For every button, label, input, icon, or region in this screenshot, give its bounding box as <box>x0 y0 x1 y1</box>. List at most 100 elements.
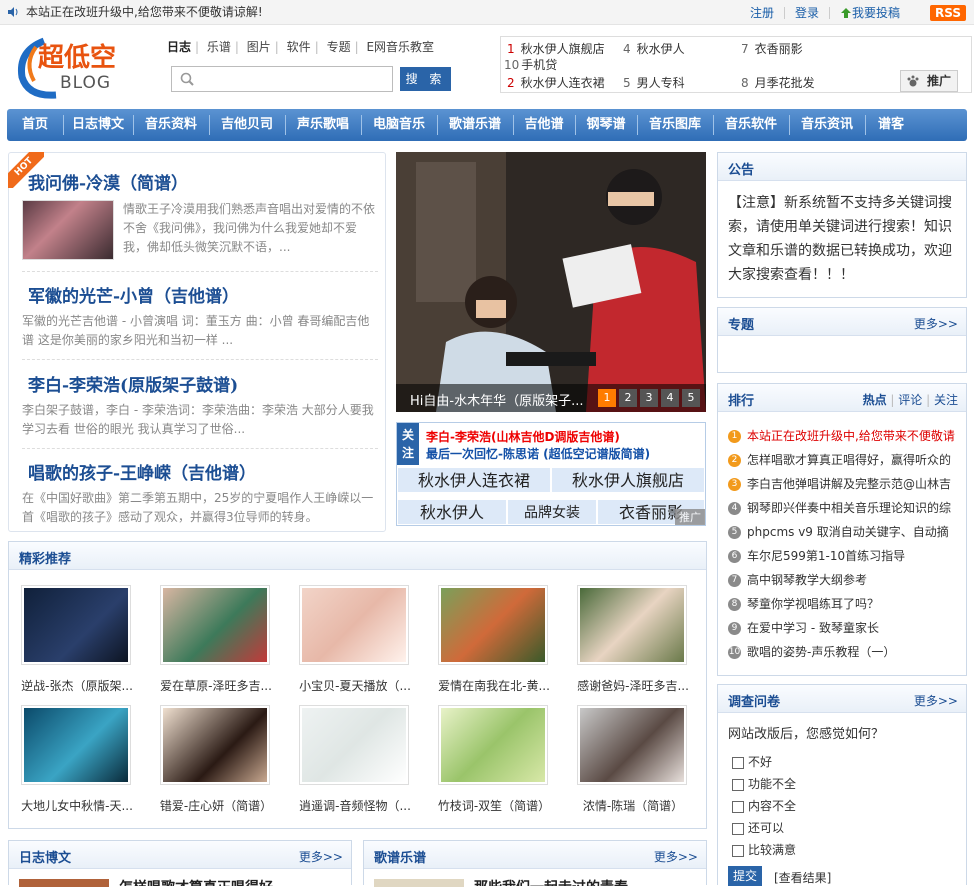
nav-guitar-tab[interactable]: 吉他谱 <box>513 109 575 141</box>
nav-computer-music[interactable]: 电脑音乐 <box>361 109 437 141</box>
ad-keyword[interactable]: 品牌女装 <box>507 499 597 525</box>
rank-tab-focus[interactable]: 关注 <box>934 393 958 407</box>
nav-scores[interactable]: 歌谱乐谱 <box>437 109 513 141</box>
rank-item[interactable]: 2 怎样唱歌才算真正唱得好，赢得听众的 <box>728 451 958 468</box>
survey-option[interactable]: 还可以 <box>732 819 784 836</box>
site-logo[interactable]: 超低空 BLOG <box>14 33 134 101</box>
rank-box: 排行 热点 | 评论 | 关注 1 本站正在改班升级中,给您带来不便敬请 2 怎样唱歌… <box>717 383 967 676</box>
search-icon <box>180 72 194 86</box>
topic-more-link[interactable]: 更多>> <box>914 315 958 332</box>
submit-article-link[interactable]: 我要投稿 <box>852 4 900 21</box>
rank-tab-hot[interactable]: 热点 <box>863 393 887 407</box>
featured-title[interactable]: 我问佛-冷漠（简谱） <box>28 169 188 194</box>
featured-title[interactable]: 唱歌的孩子-王峥嵘（吉他谱） <box>28 459 256 484</box>
recommend-thumb[interactable] <box>299 705 409 785</box>
ad-keyword[interactable]: 秋水伊人旗舰店 <box>551 467 705 493</box>
hot-keyword[interactable]: 2 秋水伊人连衣裙 <box>507 74 605 91</box>
slideshow-caption-text[interactable]: Hi自由-水木年华（原版架子... <box>410 390 583 409</box>
rank-item[interactable]: 9 在爱中学习 - 致琴童家长 <box>728 619 958 636</box>
survey-option[interactable]: 不好 <box>732 753 772 770</box>
category-software[interactable]: 软件 <box>287 40 311 54</box>
featured-thumb[interactable] <box>22 200 114 260</box>
nav-news[interactable]: 音乐资讯 <box>789 109 865 141</box>
survey-result-link[interactable]: [查看结果] <box>774 869 831 886</box>
recommend-thumb[interactable] <box>160 705 270 785</box>
slide-dot[interactable]: 1 <box>598 389 616 407</box>
nav-vocal[interactable]: 声乐歌唱 <box>285 109 361 141</box>
nav-piano-score[interactable]: 钢琴谱 <box>575 109 637 141</box>
login-link[interactable]: 登录 <box>795 4 819 21</box>
recommend-caption[interactable]: 逆战-张杰（原版架... <box>15 677 139 694</box>
rss-button[interactable]: RSS <box>930 4 966 21</box>
recommend-caption[interactable]: 竹枝词-双笙（简谱） <box>432 797 556 814</box>
rank-item[interactable]: 1 本站正在改班升级中,给您带来不便敬请 <box>728 427 958 444</box>
score-thumb[interactable] <box>374 879 464 887</box>
recommend-thumb[interactable] <box>438 705 548 785</box>
category-diary[interactable]: 日志 <box>167 40 191 54</box>
recommend-caption[interactable]: 浓情-陈瑞（简谱） <box>571 797 695 814</box>
slide-dot[interactable]: 2 <box>619 389 637 407</box>
blog-more-link[interactable]: 更多>> <box>299 848 343 865</box>
slide-dot[interactable]: 5 <box>682 389 700 407</box>
hot-keyword[interactable]: 1 秋水伊人旗舰店 <box>507 40 605 57</box>
recommend-thumb[interactable] <box>21 585 131 665</box>
promote-button[interactable]: 推广 <box>900 70 958 92</box>
recommend-caption[interactable]: 逍遥调-音频怪物（... <box>293 797 417 814</box>
rank-item[interactable]: 6 车尔尼599第1-10首练习指导 <box>728 547 958 564</box>
hot-keyword[interactable]: 8 月季花批发 <box>741 74 815 91</box>
ad-keyword[interactable]: 秋水伊人 <box>397 499 507 525</box>
category-eclass[interactable]: E网音乐教室 <box>366 40 434 54</box>
category-score[interactable]: 乐谱 <box>207 40 231 54</box>
score-more-link[interactable]: 更多>> <box>654 848 698 865</box>
recommend-caption[interactable]: 小宝贝-夏天播放（... <box>293 677 417 694</box>
recommend-caption[interactable]: 爱在草原-泽旺多吉... <box>154 677 278 694</box>
rank-item[interactable]: 8 琴童你学视唱练耳了吗？ <box>728 595 958 612</box>
survey-more-link[interactable]: 更多>> <box>914 692 958 709</box>
recommend-thumb[interactable] <box>577 585 687 665</box>
focus-link[interactable]: 李白-李荣浩(山林吉他D调版吉他谱) <box>426 428 620 445</box>
featured-title[interactable]: 军徽的光芒-小曾（吉他谱） <box>28 282 239 307</box>
slideshow[interactable]: Hi自由-水木年华（原版架子... 1 2 3 4 5 <box>396 152 706 412</box>
hot-keyword[interactable]: 4 秋水伊人 <box>623 40 685 57</box>
rank-tab-comment[interactable]: 评论 <box>898 393 922 407</box>
recommend-thumb[interactable] <box>21 705 131 785</box>
nav-blog[interactable]: 日志博文 <box>63 109 133 141</box>
rank-item[interactable]: 5 phpcms v9 取消自动关键字、自动摘 <box>728 523 958 540</box>
rank-item[interactable]: 7 高中钢琴教学大纲参考 <box>728 571 958 588</box>
hot-keyword[interactable]: 5 男人专科 <box>623 74 685 91</box>
survey-submit-button[interactable]: 提交 <box>728 866 762 886</box>
recommend-caption[interactable]: 错爱-庄心妍（简谱） <box>154 797 278 814</box>
hot-keyword[interactable]: 10 手机贷 <box>504 56 557 73</box>
survey-option[interactable]: 功能不全 <box>732 775 796 792</box>
focus-link[interactable]: 最后一次回忆-陈思诺 (超低空记谱版简谱) <box>426 445 650 462</box>
nav-music-info[interactable]: 音乐资料 <box>133 109 209 141</box>
recommend-thumb[interactable] <box>438 585 548 665</box>
survey-option[interactable]: 内容不全 <box>732 797 796 814</box>
nav-home[interactable]: 首页 <box>7 109 63 141</box>
register-link[interactable]: 注册 <box>750 4 774 21</box>
survey-option[interactable]: 比较满意 <box>732 841 796 858</box>
recommend-thumb[interactable] <box>160 585 270 665</box>
recommend-caption[interactable]: 爱情在南我在北-黄... <box>432 677 556 694</box>
recommend-caption[interactable]: 大地儿女中秋情-天... <box>15 797 139 814</box>
category-image[interactable]: 图片 <box>247 40 271 54</box>
ad-keyword[interactable]: 秋水伊人连衣裙 <box>397 467 551 493</box>
search-button[interactable]: 搜 索 <box>400 67 451 91</box>
nav-puke[interactable]: 谱客 <box>865 109 917 141</box>
nav-gallery[interactable]: 音乐图库 <box>637 109 713 141</box>
slide-dot[interactable]: 3 <box>640 389 658 407</box>
recommend-thumb[interactable] <box>577 705 687 785</box>
recommend-caption[interactable]: 感谢爸妈-泽旺多吉... <box>571 677 695 694</box>
search-input[interactable] <box>171 66 393 92</box>
category-topic[interactable]: 专题 <box>327 40 351 54</box>
featured-title[interactable]: 李白-李荣浩(原版架子鼓谱) <box>28 371 238 396</box>
slide-dot[interactable]: 4 <box>661 389 679 407</box>
nav-software[interactable]: 音乐软件 <box>713 109 789 141</box>
blog-thumb[interactable] <box>19 879 109 887</box>
hot-keyword[interactable]: 7 衣香丽影 <box>741 40 803 57</box>
nav-guitar-bass[interactable]: 吉他贝司 <box>209 109 285 141</box>
rank-item[interactable]: 4 钢琴即兴伴奏中相关音乐理论知识的综 <box>728 499 958 516</box>
rank-item[interactable]: 3 李白吉他弹唱讲解及完整示范@山林吉 <box>728 475 958 492</box>
recommend-thumb[interactable] <box>299 585 409 665</box>
rank-item[interactable]: 10 歌唱的姿势-声乐教程（一） <box>728 643 958 660</box>
